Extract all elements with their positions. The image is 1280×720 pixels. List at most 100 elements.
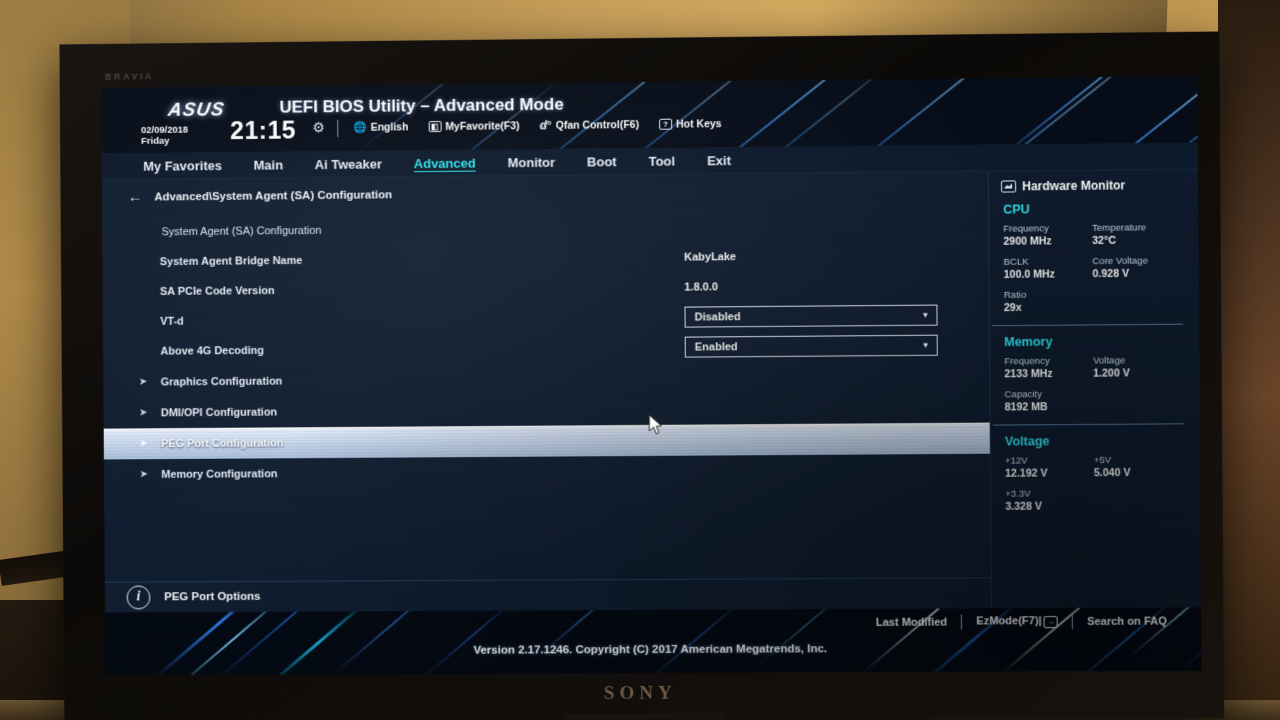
hardware-monitor-sections: CPU Frequency 2900 MHz Temperature 32°C BCLK 1… bbox=[989, 201, 1200, 513]
tab-my-favorites[interactable]: My Favorites bbox=[143, 158, 222, 174]
header-divider bbox=[337, 120, 339, 138]
mouse-cursor bbox=[648, 413, 663, 435]
footer-divider-2 bbox=[1071, 613, 1074, 630]
hw-field: +12V 12.192 V bbox=[1005, 455, 1094, 479]
hw-field-value: 8192 MB bbox=[1004, 401, 1048, 414]
hw-field: +5V 5.040 V bbox=[1094, 454, 1200, 479]
hw-field-key: Capacity bbox=[1004, 389, 1042, 401]
setting-label: DMI/OPI Configuration bbox=[160, 406, 278, 419]
chevron-right-icon: ➤ bbox=[139, 438, 148, 450]
footer-links: Last Modified EzMode(F7)| → Search on FAQ bbox=[876, 613, 1167, 630]
language-button[interactable]: 🌐 English bbox=[353, 120, 408, 134]
sony-logo: SONY bbox=[603, 682, 677, 705]
television: BRAVIA SONY ASUS UEFI BIOS Utility – Adv… bbox=[59, 31, 1225, 720]
tab-exit[interactable]: Exit bbox=[707, 153, 731, 168]
hw-section-divider bbox=[991, 323, 1183, 327]
setting-label: Above 4G Decoding bbox=[160, 344, 265, 358]
hw-field-value: 2900 MHz bbox=[1003, 235, 1052, 248]
hw-field: Temperature 32°C bbox=[1092, 222, 1198, 247]
hw-field-grid: Frequency 2133 MHz Voltage 1.200 V Capacity 8… bbox=[1004, 355, 1199, 414]
setting-label: System Agent Bridge Name bbox=[159, 254, 303, 269]
hw-field-key: Frequency bbox=[1004, 355, 1050, 368]
tv-stand bbox=[565, 713, 726, 720]
gear-icon[interactable]: ⚙ bbox=[312, 119, 325, 136]
qfan-control-button[interactable]: ⅆ° Qfan Control(F6) bbox=[540, 118, 640, 132]
question-icon: ? bbox=[659, 118, 673, 130]
hw-field-value: 5.040 V bbox=[1093, 466, 1131, 480]
hw-field-value: 0.928 V bbox=[1092, 267, 1130, 281]
last-modified-button[interactable]: Last Modified bbox=[876, 616, 947, 628]
menu-item-memory-configuration[interactable]: ➤ Memory Configuration bbox=[104, 454, 990, 491]
bravia-logo: BRAVIA bbox=[105, 71, 154, 82]
bios-footer: Last Modified EzMode(F7)| → Search on FAQ… bbox=[105, 607, 1202, 676]
chevron-right-icon: ➤ bbox=[139, 469, 148, 481]
fan-icon: ⅆ° bbox=[539, 119, 552, 132]
ezmode-button[interactable]: EzMode(F7)| → bbox=[976, 615, 1058, 628]
myfavorite-button[interactable]: ◧ MyFavorite(F3) bbox=[428, 119, 520, 133]
hw-field: BCLK 100.0 MHz bbox=[1004, 256, 1093, 281]
hw-field: Frequency 2900 MHz bbox=[1003, 223, 1092, 248]
breadcrumb-label: Advanced\System Agent (SA) Configuration bbox=[154, 188, 393, 204]
tab-boot[interactable]: Boot bbox=[587, 154, 617, 169]
breadcrumb[interactable]: ← Advanced\System Agent (SA) Configurati… bbox=[128, 187, 393, 206]
hw-field: +3.3V 3.328 V bbox=[1005, 488, 1094, 513]
hw-field-key: Frequency bbox=[1003, 223, 1049, 235]
hw-field-key: +3.3V bbox=[1005, 488, 1031, 500]
search-on-faq-button[interactable]: Search on FAQ bbox=[1087, 615, 1167, 627]
hw-section-title: CPU bbox=[1003, 202, 1030, 217]
dropdown-value: Disabled bbox=[694, 310, 741, 324]
globe-icon: 🌐 bbox=[353, 121, 367, 134]
setting-label: Memory Configuration bbox=[161, 467, 278, 481]
ezmode-label: EzMode(F7)| bbox=[976, 615, 1042, 628]
setting-label: VT-d bbox=[160, 315, 184, 328]
myfavorite-label: MyFavorite(F3) bbox=[445, 119, 520, 133]
tab-main[interactable]: Main bbox=[254, 157, 283, 172]
hw-field-value: 29x bbox=[1003, 301, 1022, 315]
setting-label: SA PCIe Code Version bbox=[159, 285, 275, 298]
system-clock: 21:15 bbox=[230, 116, 297, 146]
setting-value: 1.8.0.0 bbox=[684, 281, 719, 294]
arrow-right-icon: → bbox=[1043, 615, 1058, 628]
chevron-down-icon: ▼ bbox=[921, 310, 930, 320]
hot-keys-button[interactable]: ? Hot Keys bbox=[659, 118, 722, 131]
hw-field-key: Ratio bbox=[1003, 289, 1027, 302]
hw-field: Frequency 2133 MHz bbox=[1004, 355, 1093, 381]
settings-list: System Agent (SA) Configuration System Ag… bbox=[102, 210, 990, 490]
back-arrow-icon[interactable]: ← bbox=[128, 189, 143, 206]
hw-field-empty bbox=[1093, 288, 1199, 313]
qfan-label: Qfan Control(F6) bbox=[555, 118, 640, 132]
weekday-value: Friday bbox=[141, 135, 170, 147]
hw-field-value: 2133 MHz bbox=[1004, 367, 1053, 381]
hw-field-grid: +12V 12.192 V +5V 5.040 V +3.3V 3.328 V bbox=[1005, 454, 1200, 513]
dark-object-right bbox=[1218, 0, 1280, 720]
hw-field: Voltage 1.200 V bbox=[1093, 355, 1199, 380]
tab-monitor[interactable]: Monitor bbox=[508, 154, 556, 169]
dropdown-above-4g-decoding[interactable]: Enabled ▼ bbox=[684, 334, 938, 358]
hw-field-empty bbox=[1093, 388, 1199, 413]
hw-section-cpu: CPU Frequency 2900 MHz Temperature 32°C BCLK 1… bbox=[989, 201, 1199, 314]
hw-field-key: Core Voltage bbox=[1092, 255, 1148, 268]
page-title: UEFI BIOS Utility – Advanced Mode bbox=[279, 94, 564, 117]
hardware-monitor-title: Hardware Monitor bbox=[989, 178, 1198, 194]
tab-tool[interactable]: Tool bbox=[649, 153, 676, 168]
help-bar: i PEG Port Options bbox=[105, 578, 991, 612]
tab-advanced[interactable]: Advanced bbox=[414, 155, 476, 171]
hw-section-memory: Memory Frequency 2133 MHz Voltage 1.200 V Cap… bbox=[990, 334, 1200, 414]
chevron-right-icon: ➤ bbox=[139, 407, 148, 419]
tab-ai-tweaker[interactable]: Ai Tweaker bbox=[315, 156, 382, 172]
hw-field-value: 32°C bbox=[1092, 234, 1116, 248]
language-label: English bbox=[370, 120, 409, 134]
settings-pane: ← Advanced\System Agent (SA) Configurati… bbox=[101, 171, 992, 613]
hardware-monitor-label: Hardware Monitor bbox=[1022, 178, 1126, 194]
info-icon: i bbox=[126, 585, 151, 610]
hw-field-value: 1.200 V bbox=[1093, 367, 1130, 380]
dropdown-vt-d[interactable]: Disabled ▼ bbox=[684, 304, 938, 328]
hw-section-title: Voltage bbox=[1004, 434, 1050, 449]
hw-field-key: +5V bbox=[1093, 454, 1112, 467]
hardware-monitor-panel: Hardware Monitor CPU Frequency 2900 MHz Tem… bbox=[987, 169, 1202, 609]
hw-field-value: 100.0 MHz bbox=[1003, 268, 1055, 281]
hw-field-empty bbox=[1094, 488, 1200, 513]
hw-section-voltage: Voltage +12V 12.192 V +5V 5.040 V +3.3V 3.328 … bbox=[991, 433, 1201, 513]
hw-field-key: Temperature bbox=[1092, 222, 1147, 234]
hw-section-divider bbox=[992, 423, 1184, 426]
